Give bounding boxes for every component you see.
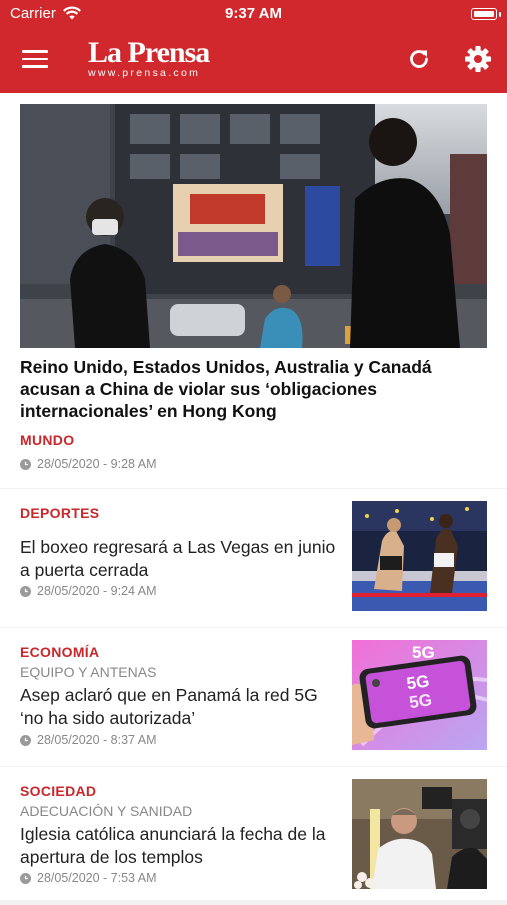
article-meta: 28/05/2020 - 7:53 AM	[20, 871, 157, 885]
article-title[interactable]: Iglesia católica anunciará la fecha de l…	[20, 823, 342, 868]
article-date: 28/05/2020 - 9:24 AM	[37, 584, 157, 598]
clock-icon	[20, 872, 31, 884]
status-bar: Carrier 9:37 AM	[0, 5, 507, 25]
featured-section[interactable]: MUNDO	[20, 432, 74, 448]
featured-article[interactable]: Reino Unido, Estados Unidos, Australia y…	[0, 93, 507, 488]
article-section[interactable]: DEPORTES	[20, 505, 99, 521]
list-item[interactable]: ECONOMÍA EQUIPO Y ANTENAS Asep aclaró qu…	[0, 628, 507, 766]
battery-icon	[471, 8, 501, 20]
featured-date: 28/05/2020 - 9:28 AM	[37, 457, 157, 471]
menu-icon[interactable]	[22, 50, 48, 70]
article-section[interactable]: SOCIEDAD	[20, 783, 96, 799]
article-subsection: ADECUACIÓN Y SANIDAD	[20, 803, 193, 819]
refresh-icon[interactable]	[406, 46, 432, 72]
logo-title: La Prensa	[88, 36, 210, 69]
article-section[interactable]: ECONOMÍA	[20, 644, 99, 660]
article-meta: 28/05/2020 - 9:24 AM	[20, 584, 157, 598]
article-thumbnail[interactable]	[352, 501, 487, 611]
featured-title[interactable]: Reino Unido, Estados Unidos, Australia y…	[20, 356, 485, 422]
article-title[interactable]: El boxeo regresará a Las Vegas en junio …	[20, 536, 342, 581]
settings-icon[interactable]	[464, 45, 492, 73]
svg-text:5G: 5G	[412, 643, 435, 662]
clock-icon	[20, 458, 31, 470]
list-item[interactable]: SOCIEDAD ADECUACIÓN Y SANIDAD Iglesia ca…	[0, 767, 507, 900]
clock-icon	[20, 734, 31, 746]
article-date: 28/05/2020 - 7:53 AM	[37, 871, 157, 885]
clock-icon	[20, 585, 31, 597]
article-title[interactable]: Asep aclaró que en Panamá la red 5G ‘no …	[20, 684, 342, 729]
app-logo: La Prensa www.prensa.com	[88, 36, 218, 80]
logo-url: www.prensa.com	[88, 67, 201, 79]
list-item[interactable]: DEPORTES El boxeo regresará a Las Vegas …	[0, 489, 507, 627]
svg-text:5G: 5G	[408, 690, 433, 712]
app-header: Carrier 9:37 AM La Prensa www.prensa.com	[0, 0, 507, 93]
featured-meta: 28/05/2020 - 9:28 AM	[20, 457, 157, 471]
featured-image[interactable]	[20, 104, 487, 348]
article-meta: 28/05/2020 - 8:37 AM	[20, 733, 157, 747]
article-date: 28/05/2020 - 8:37 AM	[37, 733, 157, 747]
article-thumbnail[interactable]: 5G 5G 5G	[352, 640, 487, 750]
article-thumbnail[interactable]	[352, 779, 487, 889]
article-subsection: EQUIPO Y ANTENAS	[20, 664, 157, 680]
status-time: 9:37 AM	[225, 5, 282, 22]
